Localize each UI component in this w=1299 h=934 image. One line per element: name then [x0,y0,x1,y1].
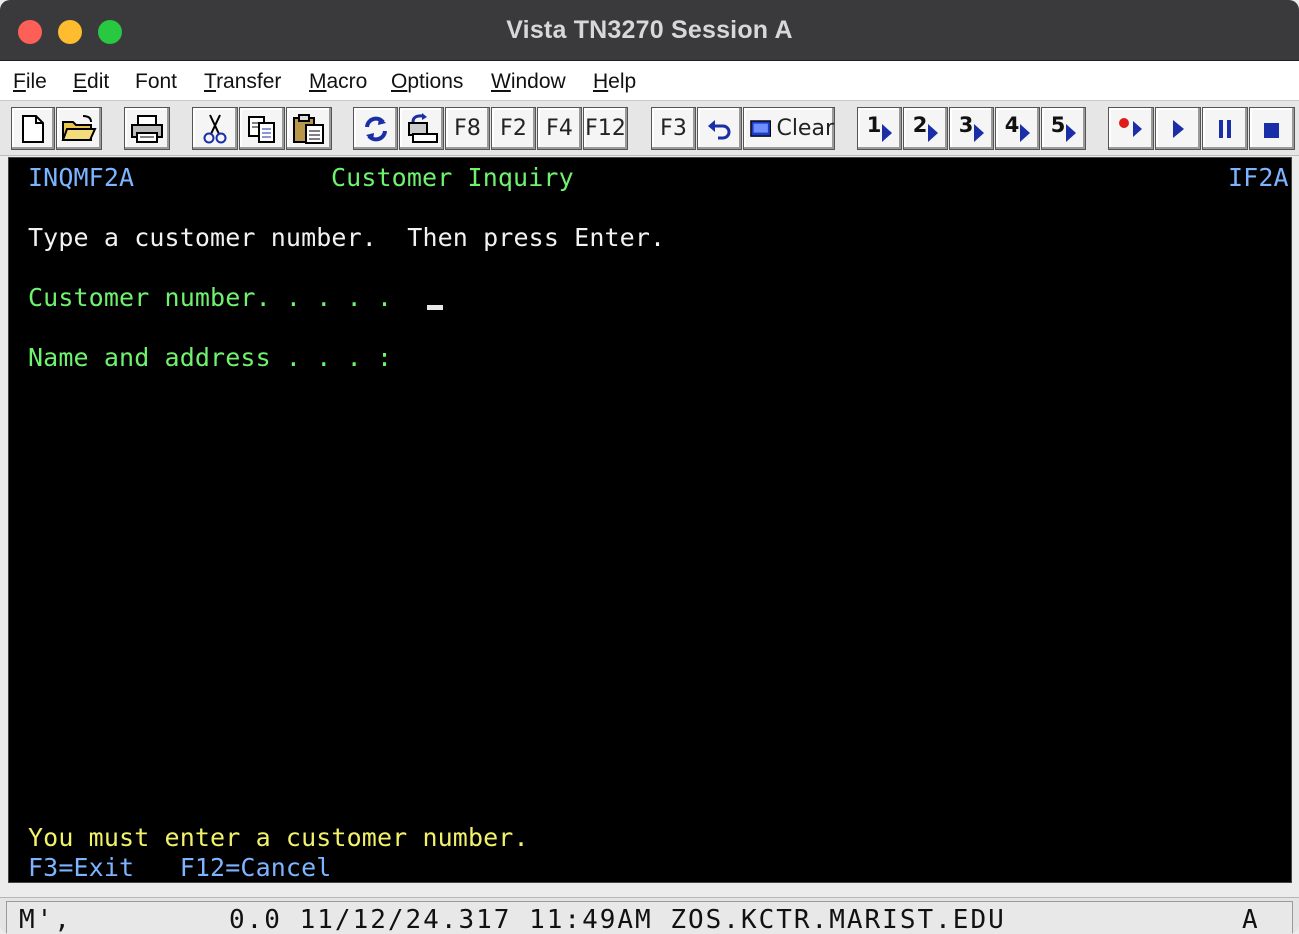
f12-button[interactable]: F12 [583,107,628,150]
play-macro-icon [1066,123,1077,142]
menu-font[interactable]: Font [135,70,177,94]
name-address-label: Name and address . . . : [28,343,393,372]
transfer-button[interactable] [399,107,444,150]
play-macro-icon [882,123,893,142]
function-key-legend: F3=Exit F12=Cancel [28,853,332,882]
menu-file[interactable]: File [13,70,47,94]
macro-1-button[interactable]: 1 [857,107,902,150]
instruction-text: Type a customer number. Then press Enter… [28,223,666,252]
window-title: Vista TN3270 Session A [506,16,793,44]
menu-edit[interactable]: Edit [73,70,109,94]
macro-4-button[interactable]: 4 [995,107,1040,150]
pause-icon [1219,119,1231,138]
clear-icon [750,119,772,137]
open-button[interactable] [56,107,102,150]
new-file-icon [22,114,44,143]
stop-button[interactable] [1249,107,1295,150]
screen-title: Customer Inquiry [331,163,574,192]
status-indicator: M', [19,905,72,934]
clear-button[interactable]: Clear [743,107,835,150]
new-button[interactable] [11,107,55,150]
customer-number-input[interactable] [427,305,443,310]
refresh-icon [364,116,387,141]
error-message: You must enter a customer number. [28,823,529,852]
macro-5-button[interactable]: 5 [1041,107,1086,150]
cut-icon [203,114,227,143]
menu-help[interactable]: Help [593,70,636,94]
open-folder-icon [61,114,97,141]
title-bar[interactable]: Vista TN3270 Session A [0,0,1299,61]
f4-button[interactable]: F4 [537,107,582,150]
record-icon [1119,117,1142,137]
print-button[interactable] [124,107,170,150]
f8-button[interactable]: F8 [445,107,490,150]
f3-button[interactable]: F3 [651,107,696,150]
paste-button[interactable] [286,107,332,150]
paste-icon [293,113,324,144]
undo-button[interactable] [697,107,742,150]
menu-transfer[interactable]: Transfer [204,70,281,94]
menu-window[interactable]: Window [491,70,566,94]
f2-button[interactable]: F2 [491,107,536,150]
menu-bar: File Edit Font Transfer Macro Options Wi… [0,61,1299,101]
macro-2-button[interactable]: 2 [903,107,948,150]
program-id: INQMF2A [28,163,135,192]
refresh-button[interactable] [353,107,398,150]
stop-icon [1264,122,1279,138]
menu-options[interactable]: Options [391,70,463,94]
terminal-window: Vista TN3270 Session A File Edit Font Tr… [0,0,1299,934]
copy-button[interactable] [239,107,285,150]
terminal-screen[interactable]: INQMF2A Customer Inquiry IF2A Type a cus… [8,157,1292,883]
menu-macro[interactable]: Macro [309,70,367,94]
pause-button[interactable] [1202,107,1248,150]
play-macro-icon [974,123,985,142]
screen-id: IF2A [1228,163,1289,192]
play-icon [1173,119,1184,138]
macro-3-button[interactable]: 3 [949,107,994,150]
cut-button[interactable] [192,107,238,150]
status-session-letter: A [1242,905,1260,934]
toolbar: F8 F2 F4 F12 F3 Clear 1 2 3 4 5 [0,101,1299,156]
copy-icon [248,115,275,143]
play-macro-icon [928,123,939,142]
play-macro-icon [1020,123,1031,142]
status-session-info: 0.0 11/12/24.317 11:49AM ZOS.KCTR.MARIST… [229,905,1006,934]
undo-icon [707,119,730,139]
transfer-icon [407,112,438,143]
play-button[interactable] [1155,107,1201,150]
clear-button-label: Clear [776,116,834,141]
customer-number-label: Customer number. . . . . [28,283,393,312]
record-macro-button[interactable] [1108,107,1154,150]
print-icon [131,114,163,143]
status-bar: M', 0.0 11/12/24.317 11:49AM ZOS.KCTR.MA… [0,897,1299,934]
